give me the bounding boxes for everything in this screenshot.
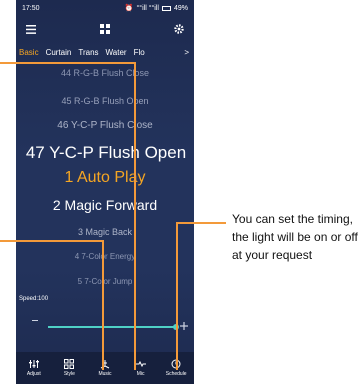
battery-icon bbox=[161, 5, 171, 11]
style-icon bbox=[64, 359, 75, 369]
mode-item[interactable]: 46 Y-C-P Flush Close bbox=[16, 120, 194, 131]
menu-icon[interactable] bbox=[24, 22, 38, 36]
nav-music[interactable]: Music bbox=[90, 359, 120, 377]
tab-flo[interactable]: Flo bbox=[134, 48, 145, 57]
nav-mic[interactable]: Mic bbox=[126, 359, 156, 377]
nav-label: Music bbox=[98, 371, 112, 377]
tab-trans[interactable]: Trans bbox=[78, 48, 98, 57]
mode-item[interactable]: 3 Magic Back bbox=[16, 227, 194, 237]
speed-slider[interactable] bbox=[48, 324, 179, 330]
nav-label: Schedule bbox=[165, 371, 187, 377]
speed-decrease-icon[interactable] bbox=[32, 320, 38, 321]
status-time: 17:50 bbox=[22, 4, 40, 12]
mode-item[interactable]: 4 7-Color Energy bbox=[16, 252, 194, 261]
mode-item-selected[interactable]: 1 Auto Play bbox=[16, 169, 194, 187]
mode-category-tabs: Basic Curtain Trans Water Flo > bbox=[16, 44, 194, 60]
nav-label: Style bbox=[63, 371, 75, 377]
mode-item[interactable]: 45 R-G-B Flush Open bbox=[16, 96, 194, 106]
schedule-caption: You can set the timing, the light will b… bbox=[232, 212, 358, 262]
tab-basic[interactable]: Basic bbox=[19, 48, 39, 57]
mode-item[interactable]: 47 Y-C-P Flush Open bbox=[16, 143, 194, 163]
mode-item[interactable]: 44 R-G-B Flush Close bbox=[16, 68, 194, 78]
mode-item[interactable]: 5 7-Color Jump bbox=[16, 277, 194, 286]
callout-stub-top-left bbox=[0, 62, 16, 64]
speed-label: Speed:100 bbox=[19, 296, 49, 302]
status-indicators: ⏰ °°ill °°ill 49% bbox=[124, 4, 188, 13]
annotated-screenshot: 17:50 ⏰ °°ill °°ill 49% Basic Curtain Tr… bbox=[0, 0, 364, 384]
adjust-icon bbox=[28, 360, 39, 368]
battery-level: 49% bbox=[173, 4, 188, 12]
callout-line-right-horizontal bbox=[176, 222, 226, 224]
app-bar bbox=[16, 18, 194, 40]
alarm-icon: ⏰ bbox=[124, 5, 134, 12]
nav-style[interactable]: Style bbox=[54, 359, 84, 377]
callout-line-top-vertical bbox=[134, 62, 136, 370]
tab-curtain[interactable]: Curtain bbox=[46, 48, 72, 57]
tab-water[interactable]: Water bbox=[106, 48, 127, 57]
callout-line-middle-vertical bbox=[102, 240, 104, 370]
speed-slider-fill bbox=[48, 326, 176, 328]
gear-icon[interactable] bbox=[172, 22, 186, 36]
callout-line-top bbox=[16, 62, 136, 64]
tabs-more-chevron-icon[interactable]: > bbox=[184, 48, 191, 57]
mic-icon bbox=[135, 360, 146, 368]
bottom-navigation: Adjust Style Music Mic Schedule bbox=[16, 352, 194, 384]
nav-adjust[interactable]: Adjust bbox=[19, 359, 49, 377]
status-bar: 17:50 ⏰ °°ill °°ill 49% bbox=[16, 0, 194, 16]
grid-icon[interactable] bbox=[98, 22, 112, 36]
signal-strength: °°ill °°ill bbox=[136, 4, 159, 12]
callout-line-middle bbox=[16, 240, 104, 242]
phone-screen: 17:50 ⏰ °°ill °°ill 49% Basic Curtain Tr… bbox=[16, 0, 194, 384]
callout-stub-middle-left bbox=[0, 240, 16, 242]
mode-item[interactable]: 2 Magic Forward bbox=[16, 197, 194, 213]
nav-label: Adjust bbox=[26, 371, 41, 377]
nav-label: Mic bbox=[136, 371, 145, 377]
callout-line-right-vertical bbox=[176, 222, 178, 370]
speed-increase-icon[interactable] bbox=[180, 317, 188, 330]
